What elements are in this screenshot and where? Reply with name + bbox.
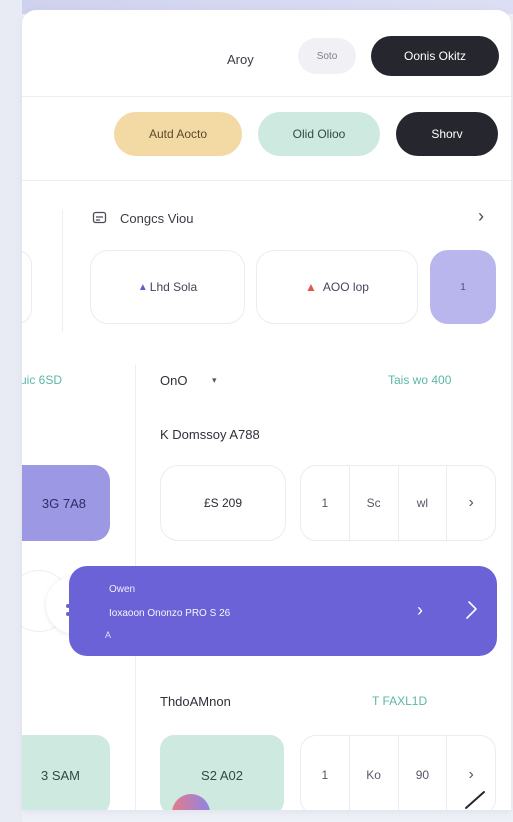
header-text-link[interactable]: Aroy [227, 52, 254, 67]
compare-left-divider [62, 210, 63, 332]
left-value-card[interactable]: 3G 7A8 [22, 465, 110, 541]
compare-card-1-label: Lhd Sola [149, 280, 198, 294]
share-button[interactable]: Shorv [396, 112, 498, 156]
pen-stroke-icon [462, 786, 490, 810]
bottom-seg-item-2[interactable]: Ko [350, 736, 399, 810]
chevron-down-icon[interactable]: ▾ [212, 375, 217, 386]
chip-olid-olioo[interactable]: Olid Olioo [258, 112, 380, 156]
right-value-box[interactable]: £S 209 [160, 465, 286, 541]
chevron-right-icon[interactable]: › [447, 466, 495, 540]
right-subtitle: K Domssoy A788 [160, 427, 260, 442]
right-segment-control: 1 Sc wl › [300, 465, 496, 541]
banner-foot: A [105, 630, 112, 640]
bottom-title: ThdoAMnon [160, 694, 231, 709]
compare-arrow-icon[interactable]: › [478, 206, 484, 227]
banner-title: Owen [109, 584, 136, 595]
banner-text: Ioxaoon Ononzo PRO S 26 [109, 608, 231, 619]
seg-item-3[interactable]: wl [399, 466, 448, 540]
bottom-seg-item-1[interactable]: 1 [301, 736, 350, 810]
bottom-right-label: T FAXL1D [372, 694, 428, 708]
banner-chevron-icon[interactable]: › [417, 600, 423, 621]
header-small-button[interactable]: Soto [298, 38, 356, 74]
compare-card-3[interactable]: 1 [430, 250, 496, 324]
left-bottom-card[interactable]: 3 SAM [22, 735, 110, 810]
triangle-red-icon: ▲ [305, 280, 317, 294]
promo-banner[interactable]: Owen Ioxaoon Ononzo PRO S 26 A › [69, 566, 497, 656]
compare-card-lhd-sola[interactable]: ▲ Lhd Sola [90, 250, 245, 324]
left-edge-strip [0, 0, 22, 822]
triangle-blue-icon: ▲ [137, 281, 148, 293]
seg-item-1[interactable]: 1 [301, 466, 350, 540]
right-col-label: Tais wo 400 [388, 373, 452, 387]
compare-icon [92, 210, 108, 226]
actions-divider [22, 180, 511, 181]
compare-title: Congcs Viou [120, 211, 194, 226]
compare-card-2-label: AOO lop [322, 280, 369, 294]
right-dropdown[interactable]: OnO [160, 373, 187, 388]
chip-autd-aocto[interactable]: Autd Aocto [114, 112, 242, 156]
header-divider [22, 96, 511, 97]
left-col-label: uic 6SD [22, 373, 63, 387]
bottom-seg-item-3[interactable]: 90 [399, 736, 448, 810]
compare-card-aoo-lop[interactable]: ▲ AOO lop [256, 250, 418, 324]
banner-arrow-icon[interactable] [457, 596, 485, 624]
seg-item-2[interactable]: Sc [350, 466, 399, 540]
main-card: Aroy Soto Oonis Okitz Autd Aocto Olid Ol… [22, 10, 511, 810]
compare-card-3-label: 1 [460, 281, 466, 293]
header-primary-button[interactable]: Oonis Okitz [371, 36, 499, 76]
compare-card-partial[interactable] [22, 250, 32, 324]
